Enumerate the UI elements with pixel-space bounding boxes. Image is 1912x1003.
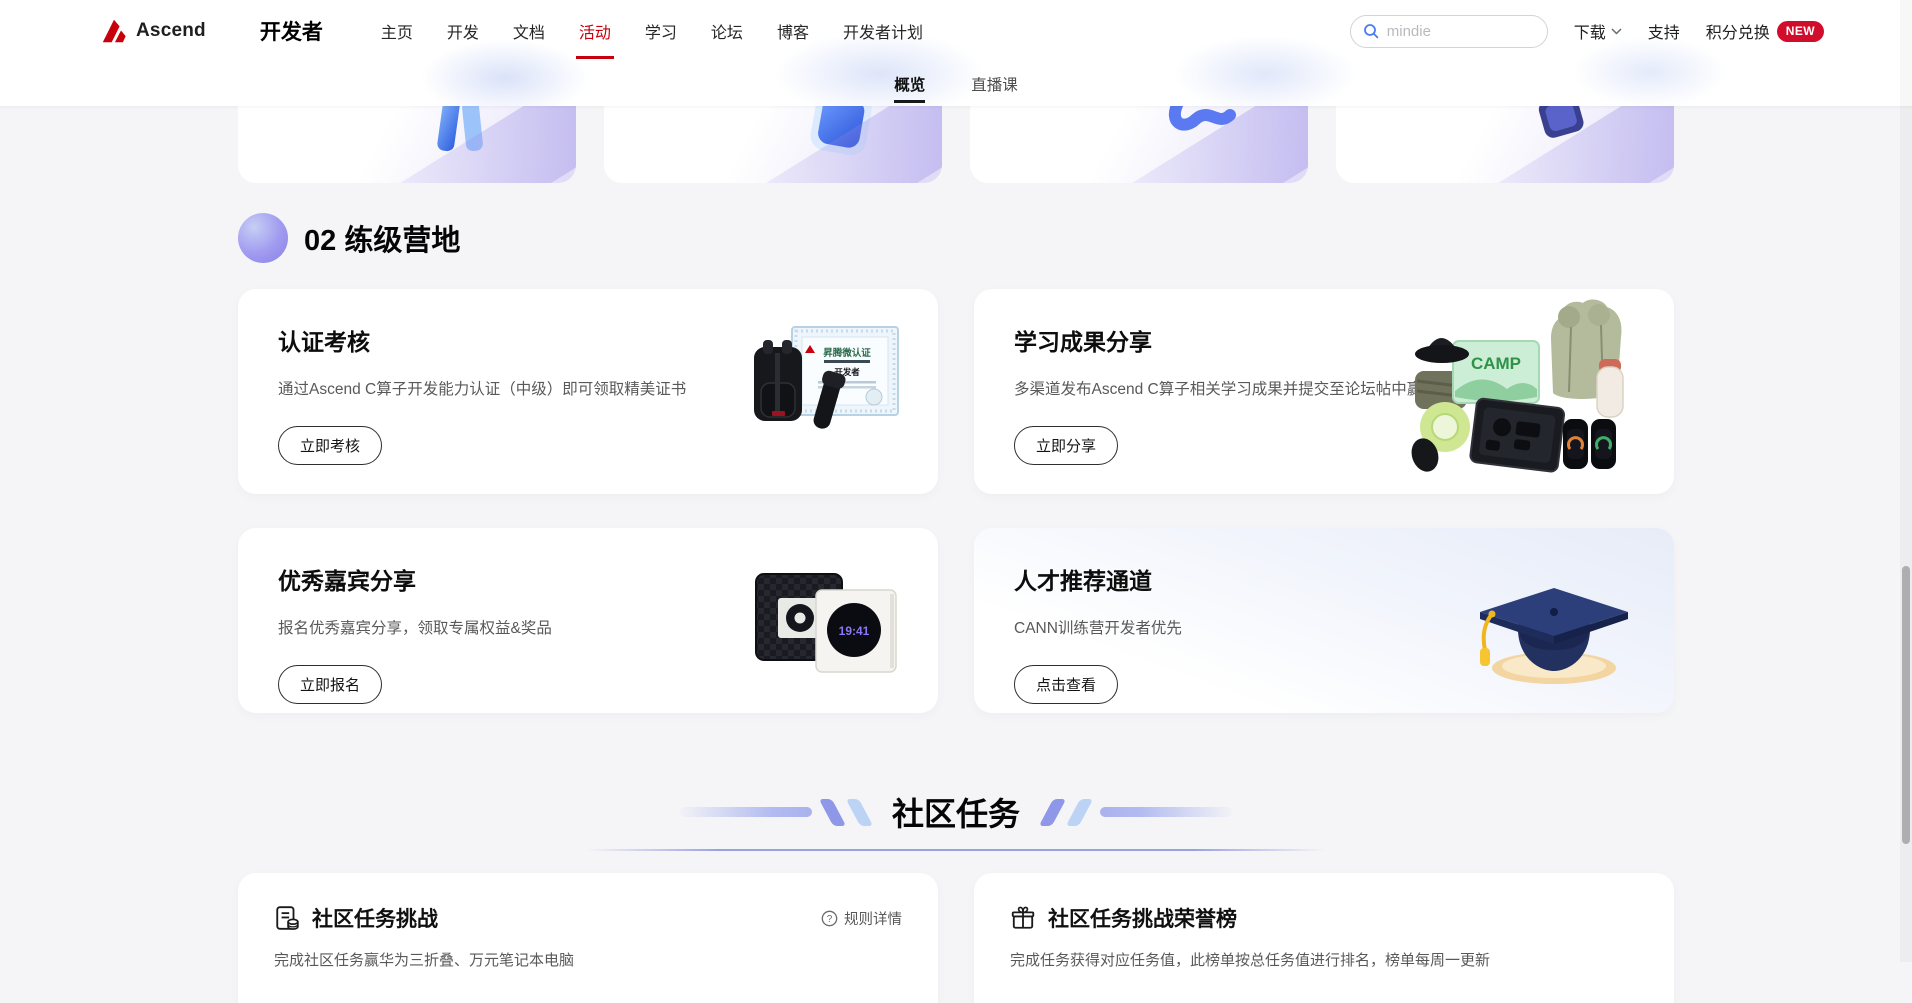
view-now-button[interactable]: 点击查看 — [1014, 665, 1118, 704]
peek-card-1[interactable] — [238, 106, 576, 183]
camp-section-header: 02 练级营地 — [238, 213, 1674, 263]
nav-item-developer-program[interactable]: 开发者计划 — [843, 0, 923, 62]
rules-detail-label: 规则详情 — [844, 908, 902, 929]
main-nav: 主页 开发 文档 活动 学习 论坛 博客 开发者计划 — [381, 0, 923, 62]
certificate-backpack-illustration: 昇腾微认证 开发者 — [752, 323, 902, 433]
search-icon — [1363, 23, 1379, 39]
gradient-circle-decoration — [238, 213, 288, 263]
left-slash-decoration — [846, 799, 873, 826]
blue-3d-rounded-square-icon — [800, 106, 882, 165]
rules-detail-link[interactable]: ? 规则详情 — [821, 908, 902, 929]
nav-item-develop[interactable]: 开发 — [447, 0, 479, 62]
scrollbar-track[interactable] — [1900, 0, 1912, 962]
question-circle-icon: ? — [821, 910, 838, 927]
chevron-down-icon — [1611, 28, 1622, 35]
new-badge: NEW — [1777, 21, 1824, 42]
brand-name: Ascend — [136, 20, 206, 42]
nav-item-docs[interactable]: 文档 — [513, 0, 545, 62]
blue-3d-bars-icon — [434, 106, 498, 161]
svg-text:CAMP: CAMP — [1471, 354, 1521, 373]
graduation-cap-illustration — [1470, 574, 1630, 689]
navy-3d-tile-icon — [1532, 106, 1594, 151]
scrolled-cards-row — [238, 106, 1674, 183]
points-exchange-label: 积分兑换 — [1706, 19, 1770, 43]
card-honor-leaderboard: 社区任务挑战荣誉榜 完成任务获得对应任务值，此榜单按总任务值进行排名，榜单每周一… — [974, 873, 1674, 1003]
right-decor-bar — [1100, 807, 1232, 817]
right-slash-decoration — [1039, 799, 1066, 826]
camping-gear-illustration: CAMP — [1411, 297, 1626, 479]
camp-section-title: 02 练级营地 — [304, 217, 460, 259]
right-slash-decoration — [1066, 799, 1093, 826]
nav-utilities: 下载 支持 积分兑换 NEW — [1350, 15, 1824, 48]
card-guest-share: 优秀嘉宾分享 报名优秀嘉宾分享，领取专属权益&奖品 立即报名 — [238, 528, 938, 713]
svg-text:昇腾微认证: 昇腾微认证 — [823, 347, 871, 359]
peek-card-3[interactable] — [970, 106, 1308, 183]
peek-card-4[interactable] — [1336, 106, 1674, 183]
page-content: 02 练级营地 认证考核 通过Ascend C算子开发能力认证（中级）即可领取精… — [0, 106, 1912, 1003]
task-card-description: 完成社区任务赢华为三折叠、万元笔记本电脑 — [274, 949, 902, 970]
svg-text:?: ? — [827, 914, 833, 925]
left-slash-decoration — [819, 799, 846, 826]
tasks-section-title: 社区任务 — [892, 789, 1020, 835]
download-label: 下载 — [1574, 19, 1606, 43]
card-certification-exam: 认证考核 通过Ascend C算子开发能力认证（中级）即可领取精美证书 立即考核… — [238, 289, 938, 494]
tasks-divider-line — [586, 849, 1326, 851]
points-exchange-link[interactable]: 积分兑换 NEW — [1706, 19, 1824, 43]
share-now-button[interactable]: 立即分享 — [1014, 426, 1118, 465]
tasks-section-header: 社区任务 — [0, 789, 1912, 835]
smart-clocks-illustration: 19:41 — [752, 566, 902, 678]
header: Ascend 开发者 主页 开发 文档 活动 学习 论坛 博客 开发者计划 下载 — [0, 0, 1912, 106]
support-link[interactable]: 支持 — [1648, 19, 1680, 43]
sub-navigation: 概览 直播课 — [0, 62, 1912, 106]
tab-live-courses[interactable]: 直播课 — [971, 62, 1018, 106]
task-card-title: 社区任务挑战 — [312, 903, 438, 933]
search-box[interactable] — [1350, 15, 1548, 48]
left-decor-bar — [680, 807, 812, 817]
tasks-cards-grid: 社区任务挑战 ? 规则详情 完成社区任务赢华为三折叠、万元笔记本电脑 — [238, 873, 1674, 1003]
search-input[interactable] — [1387, 23, 1535, 40]
nav-item-learn[interactable]: 学习 — [645, 0, 677, 62]
support-label: 支持 — [1648, 19, 1680, 43]
task-card-title: 社区任务挑战荣誉榜 — [1048, 903, 1237, 933]
download-menu[interactable]: 下载 — [1574, 19, 1622, 43]
portal-title[interactable]: 开发者 — [260, 16, 323, 46]
card-talent-referral: 人才推荐通道 CANN训练营开发者优先 点击查看 — [974, 528, 1674, 713]
task-list-coins-icon — [274, 905, 300, 931]
signup-now-button[interactable]: 立即报名 — [278, 665, 382, 704]
nav-item-forum[interactable]: 论坛 — [711, 0, 743, 62]
tab-overview[interactable]: 概览 — [894, 62, 925, 106]
exam-now-button[interactable]: 立即考核 — [278, 426, 382, 465]
svg-text:19:41: 19:41 — [839, 624, 870, 638]
ascend-logo-icon — [100, 17, 128, 45]
blue-3d-curve-icon — [1166, 106, 1236, 149]
task-card-description: 完成任务获得对应任务值，此榜单按总任务值进行排名，榜单每周一更新 — [1010, 949, 1638, 970]
card-learning-share: 学习成果分享 多渠道发布Ascend C算子相关学习成果并提交至论坛帖中赢多重奖… — [974, 289, 1674, 494]
peek-card-2[interactable] — [604, 106, 942, 183]
scrollbar-thumb[interactable] — [1902, 566, 1910, 844]
card-community-task-challenge: 社区任务挑战 ? 规则详情 完成社区任务赢华为三折叠、万元笔记本电脑 — [238, 873, 938, 1003]
nav-item-activities[interactable]: 活动 — [579, 0, 611, 62]
ascend-logo[interactable]: Ascend — [100, 17, 206, 45]
gift-icon — [1010, 905, 1036, 931]
nav-item-home[interactable]: 主页 — [381, 0, 413, 62]
nav-item-blog[interactable]: 博客 — [777, 0, 809, 62]
top-navigation-bar: Ascend 开发者 主页 开发 文档 活动 学习 论坛 博客 开发者计划 下载 — [0, 0, 1912, 62]
camp-cards-grid: 认证考核 通过Ascend C算子开发能力认证（中级）即可领取精美证书 立即考核… — [238, 289, 1674, 713]
